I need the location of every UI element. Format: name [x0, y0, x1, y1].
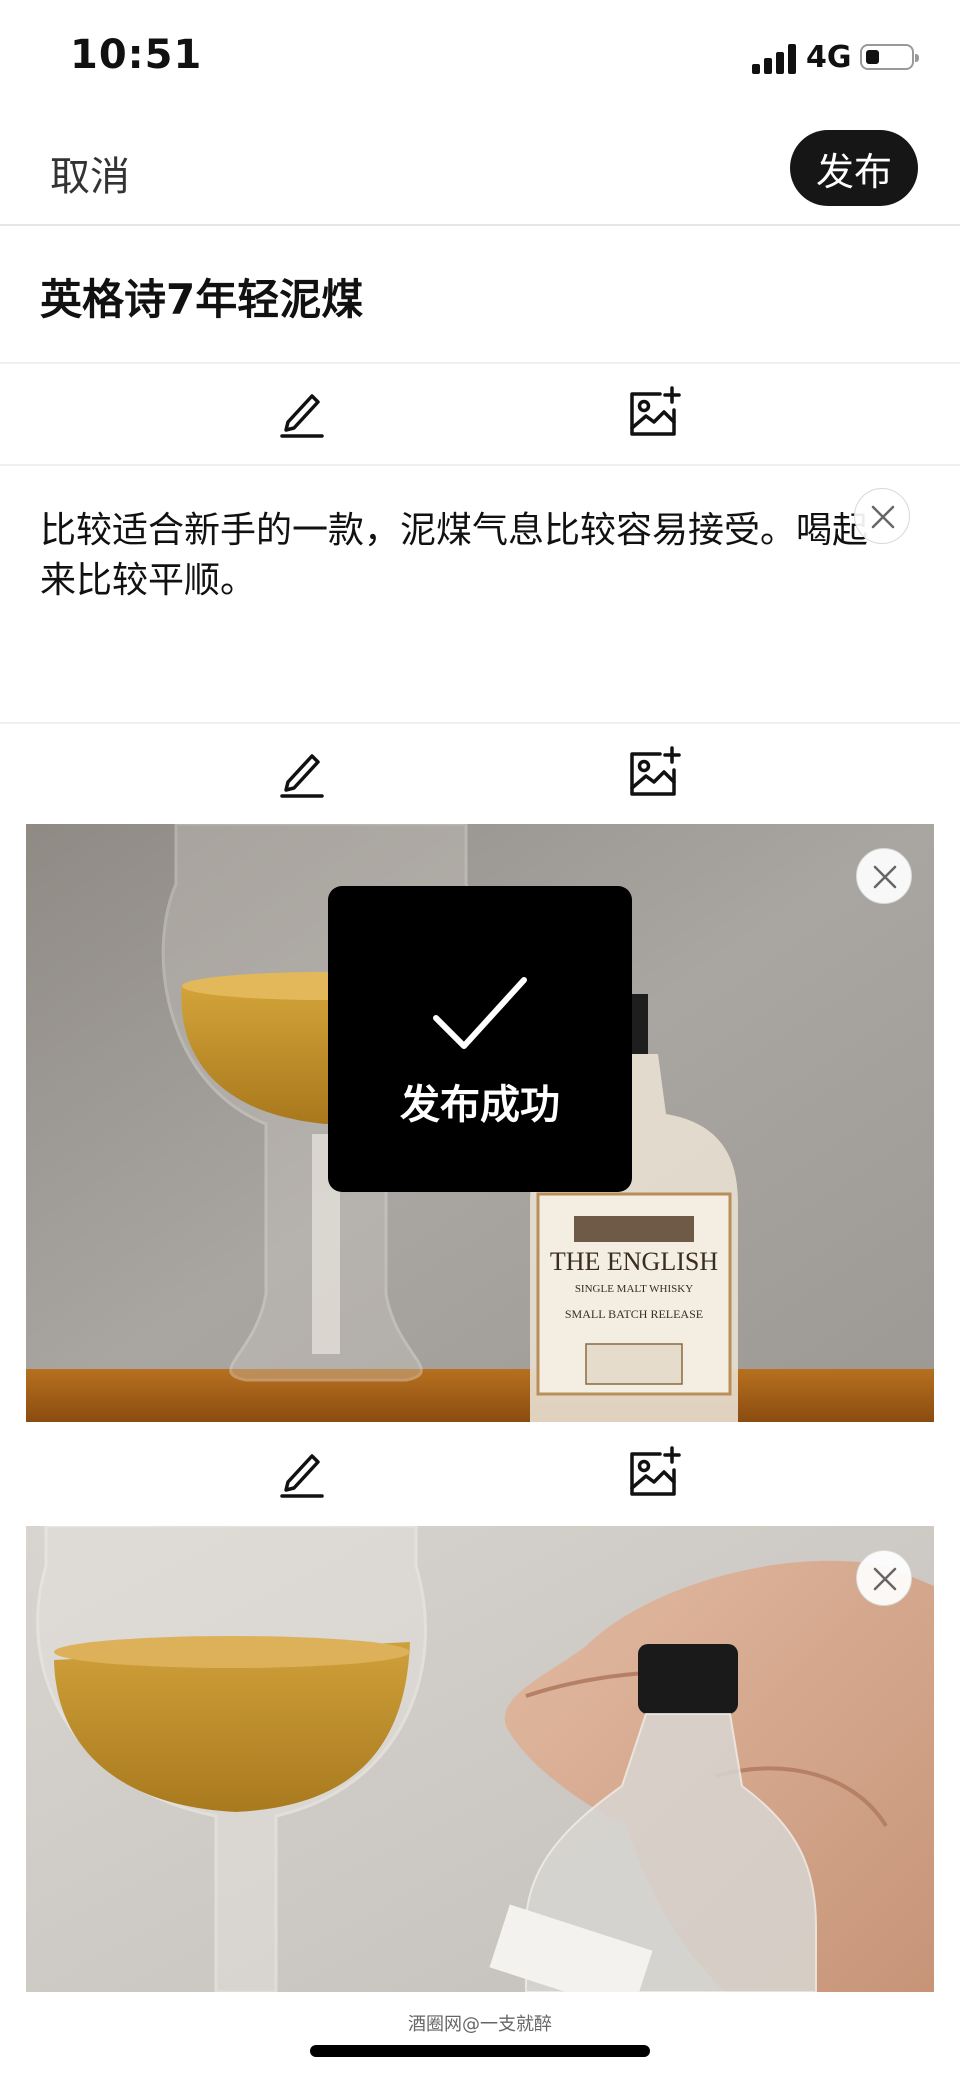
toolbar-row	[0, 364, 960, 464]
close-icon[interactable]	[854, 488, 910, 544]
battery-icon	[860, 44, 919, 70]
toolbar-row	[0, 1424, 960, 1524]
post-body-text[interactable]: 比较适合新手的一款，泥煤气息比较容易接受。喝起来比较平顺。	[40, 506, 900, 606]
toast-message: 发布成功	[400, 1082, 560, 1128]
check-icon	[433, 977, 527, 1049]
toolbar-row	[0, 724, 960, 824]
success-toast: 发布成功	[328, 886, 632, 1192]
top-bar: 取消 发布	[0, 118, 960, 226]
network-label: 4G	[806, 40, 852, 75]
pencil-icon[interactable]	[274, 384, 330, 440]
bottle-label-line3: SMALL BATCH RELEASE	[565, 1307, 703, 1321]
text-block[interactable]: 比较适合新手的一款，泥煤气息比较容易接受。喝起来比较平顺。	[0, 466, 960, 722]
close-icon[interactable]	[856, 1550, 912, 1606]
status-bar: 10:51 4G	[0, 0, 960, 118]
close-icon[interactable]	[856, 848, 912, 904]
pencil-icon[interactable]	[274, 1444, 330, 1500]
cancel-button[interactable]: 取消	[50, 144, 130, 202]
image-add-icon[interactable]	[626, 1444, 682, 1500]
title-row[interactable]: 英格诗7年轻泥煤	[0, 226, 960, 364]
bottle-label-line1: THE ENGLISH	[550, 1247, 718, 1276]
bottle-label-line2: SINGLE MALT WHISKY	[575, 1283, 693, 1295]
photo-scene	[26, 1526, 934, 1992]
signal-icon	[752, 44, 796, 74]
battery-fill	[866, 50, 879, 64]
status-time: 10:51	[70, 32, 203, 78]
watermark: 酒圈网@一支就醉	[408, 2014, 552, 2035]
photo-glass-and-hand[interactable]	[26, 1526, 934, 1992]
post-title[interactable]: 英格诗7年轻泥煤	[40, 266, 363, 327]
publish-button[interactable]: 发布	[790, 130, 918, 206]
image-add-icon[interactable]	[626, 384, 682, 440]
pencil-icon[interactable]	[274, 744, 330, 800]
image-add-icon[interactable]	[626, 744, 682, 800]
home-indicator[interactable]	[310, 2045, 650, 2057]
